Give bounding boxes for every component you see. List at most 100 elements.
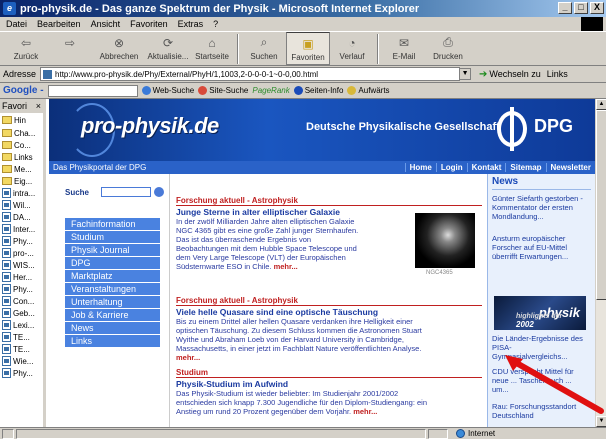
section-heading[interactable]: Studium bbox=[176, 368, 208, 377]
more-link[interactable]: mehr... bbox=[176, 353, 200, 362]
back-button[interactable]: ⇦ Zurück bbox=[4, 32, 48, 65]
print-button[interactable]: ⎙ Drucken bbox=[426, 32, 470, 65]
favorite-item[interactable]: TE... bbox=[0, 343, 43, 355]
favorite-item[interactable]: Inter... bbox=[0, 223, 43, 235]
nav-item-studium[interactable]: Studium bbox=[65, 231, 160, 244]
site-logo[interactable]: pro-physik.de bbox=[81, 113, 219, 139]
nav-newsletter-link[interactable]: Newsletter bbox=[545, 163, 595, 172]
go-button[interactable]: ➔ Wechseln zu bbox=[479, 69, 541, 80]
nav-item-job-karriere[interactable]: Job & Karriere bbox=[65, 309, 160, 322]
section-heading[interactable]: Forschung aktuell - Astrophysik bbox=[176, 196, 298, 205]
menu-bar: Datei Bearbeiten Ansicht Favoriten Extra… bbox=[0, 17, 606, 31]
scroll-up-arrow-icon[interactable]: ▲ bbox=[596, 99, 606, 110]
menu-bearbeiten[interactable]: Bearbeiten bbox=[37, 19, 81, 29]
favorite-item[interactable]: WIS... bbox=[0, 259, 43, 271]
menu-favoriten[interactable]: Favoriten bbox=[130, 19, 168, 29]
status-page-icon bbox=[2, 428, 14, 439]
favorite-item[interactable]: Wie... bbox=[0, 355, 43, 367]
menu-ansicht[interactable]: Ansicht bbox=[91, 19, 121, 29]
favorite-item[interactable]: Phy... bbox=[0, 283, 43, 295]
favorite-item[interactable]: Co... bbox=[0, 139, 43, 151]
nav-item-physik-journal[interactable]: Physik Journal bbox=[65, 244, 160, 257]
favorites-button[interactable]: ▣ Favoriten bbox=[286, 32, 330, 65]
nav-item-dpg[interactable]: DPG bbox=[65, 257, 160, 270]
mail-button[interactable]: ✉ E-Mail bbox=[382, 32, 426, 65]
search-button[interactable]: ⌕ Suchen bbox=[242, 32, 286, 65]
history-button[interactable]: ◔ Verlauf bbox=[330, 32, 374, 65]
menu-extras[interactable]: Extras bbox=[178, 19, 204, 29]
up-icon bbox=[347, 86, 357, 95]
links-button[interactable]: Links bbox=[547, 69, 568, 79]
pagerank-button[interactable]: PageRank bbox=[252, 86, 289, 95]
site-search-submit-button[interactable] bbox=[154, 187, 164, 197]
nav-home-link[interactable]: Home bbox=[404, 163, 436, 172]
site-search-button[interactable]: Site-Suche bbox=[198, 86, 248, 95]
stop-button[interactable]: ⊗ Abbrechen bbox=[92, 32, 146, 65]
forward-button[interactable]: ⇨ bbox=[48, 32, 92, 65]
page-icon bbox=[2, 320, 11, 330]
favorite-label: Inter... bbox=[13, 224, 36, 234]
favorite-item[interactable]: Geb... bbox=[0, 307, 43, 319]
favorite-label: Wil... bbox=[13, 200, 31, 210]
nav-item-veranstaltungen[interactable]: Veranstaltungen bbox=[65, 283, 160, 296]
web-search-button[interactable]: Web-Suche bbox=[141, 86, 194, 95]
favorite-item[interactable]: Con... bbox=[0, 295, 43, 307]
favorite-item[interactable]: Lexi... bbox=[0, 319, 43, 331]
address-input[interactable]: http://www.pro-physik.de/Phy/External/Ph… bbox=[40, 67, 461, 81]
section-heading[interactable]: Forschung aktuell - Astrophysik bbox=[176, 296, 298, 305]
left-navigation: Suche Fachinformation Studium Physik Jou… bbox=[49, 174, 169, 427]
maximize-button[interactable]: □ bbox=[574, 2, 588, 14]
nav-item-links[interactable]: Links bbox=[65, 335, 160, 348]
more-link[interactable]: mehr... bbox=[353, 407, 377, 416]
favorite-item[interactable]: Links bbox=[0, 151, 43, 163]
nav-item-fachinformation[interactable]: Fachinformation bbox=[65, 218, 160, 231]
news-item[interactable]: Ansturm europäischer Forscher auf EU-Mit… bbox=[492, 234, 587, 261]
favorite-label: Cha... bbox=[14, 128, 36, 138]
favorite-item[interactable]: intra... bbox=[0, 187, 43, 199]
favorite-item[interactable]: TE... bbox=[0, 331, 43, 343]
nav-item-news[interactable]: News bbox=[65, 322, 160, 335]
close-button[interactable]: X bbox=[590, 2, 604, 14]
favorites-add-button[interactable]: Hin bbox=[0, 113, 43, 127]
address-bar: Adresse http://www.pro-physik.de/Phy/Ext… bbox=[0, 66, 606, 83]
article-title[interactable]: Viele helle Quasare sind eine optische T… bbox=[176, 307, 378, 317]
address-dropdown-button[interactable]: ▼ bbox=[459, 68, 472, 80]
up-button[interactable]: Aufwärts bbox=[347, 86, 390, 95]
window-title-bar[interactable]: e pro-physik.de - Das ganze Spektrum der… bbox=[0, 0, 606, 17]
folder-icon bbox=[2, 129, 12, 137]
more-link[interactable]: mehr... bbox=[274, 262, 298, 271]
nav-kontakt-link[interactable]: Kontakt bbox=[466, 163, 506, 172]
menu-datei[interactable]: Datei bbox=[6, 19, 27, 29]
site-search-input[interactable] bbox=[101, 187, 151, 197]
nav-login-link[interactable]: Login bbox=[435, 163, 467, 172]
favorite-item[interactable]: Cha... bbox=[0, 127, 43, 139]
favorites-close-button[interactable]: × bbox=[36, 101, 41, 111]
favorite-item[interactable]: Her... bbox=[0, 271, 43, 283]
highlights-physik-banner[interactable]: highlights der 2002 physik bbox=[494, 296, 586, 330]
home-button[interactable]: ⌂ Startseite bbox=[190, 32, 234, 65]
favorite-label: WIS... bbox=[13, 260, 35, 270]
scroll-down-arrow-icon[interactable]: ▼ bbox=[596, 416, 606, 427]
galaxy-image[interactable] bbox=[415, 213, 475, 268]
page-icon bbox=[2, 344, 11, 354]
nav-item-marktplatz[interactable]: Marktplatz bbox=[65, 270, 160, 283]
menu-help[interactable]: ? bbox=[213, 19, 218, 29]
favorite-item[interactable]: Phy... bbox=[0, 235, 43, 247]
google-logo[interactable]: Google - bbox=[3, 85, 44, 96]
minimize-button[interactable]: _ bbox=[558, 2, 572, 14]
google-search-input[interactable] bbox=[47, 84, 138, 97]
refresh-button[interactable]: ⟳ Aktualisie... bbox=[146, 32, 190, 65]
favorite-item[interactable]: Wil... bbox=[0, 199, 43, 211]
nav-sitemap-link[interactable]: Sitemap bbox=[505, 163, 545, 172]
news-item[interactable]: Günter Siefarth gestorben - Kommentator … bbox=[492, 194, 587, 221]
page-info-button[interactable]: Seiten-Info bbox=[293, 86, 343, 95]
nav-item-unterhaltung[interactable]: Unterhaltung bbox=[65, 296, 160, 309]
favorite-item[interactable]: DA... bbox=[0, 211, 43, 223]
favorite-item[interactable]: Eig... bbox=[0, 175, 43, 187]
article-title[interactable]: Physik-Studium im Aufwind bbox=[176, 379, 288, 389]
favorite-item[interactable]: Me... bbox=[0, 163, 43, 175]
favorite-item[interactable]: Phy... bbox=[0, 367, 43, 379]
article-title[interactable]: Junge Sterne in alter elliptischer Galax… bbox=[176, 207, 340, 217]
scroll-thumb[interactable] bbox=[596, 110, 606, 300]
favorite-item[interactable]: pro-... bbox=[0, 247, 43, 259]
